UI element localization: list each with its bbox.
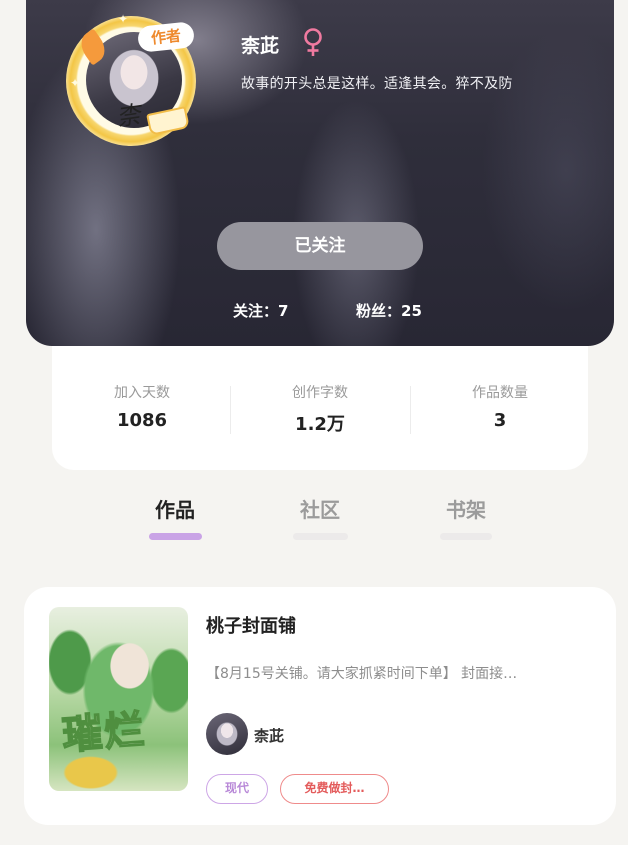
stat-works-count: 作品数量 3	[410, 382, 590, 431]
followed-button[interactable]: 已关注	[217, 222, 423, 270]
cover-title-art: 璀烂	[60, 705, 149, 759]
followers-label: 粉丝：	[356, 302, 402, 320]
followers-stat[interactable]: 粉丝：25	[356, 300, 422, 321]
stat-label: 作品数量	[472, 385, 528, 401]
tag-modern[interactable]: 现代	[206, 774, 268, 804]
work-author-name[interactable]: 柰茈	[254, 725, 284, 746]
stat-word-count: 创作字数 1.2万	[230, 382, 410, 436]
following-label: 关注：	[233, 302, 279, 320]
sparkle-icon: ✦	[118, 12, 129, 26]
tab-indicator	[293, 533, 348, 540]
female-gender-icon	[304, 28, 322, 56]
stat-value: 1086	[116, 410, 168, 431]
scrollbar-track	[628, 0, 640, 845]
stat-label: 加入天数	[114, 385, 170, 401]
tab-indicator	[440, 533, 492, 540]
tab-active-indicator	[149, 533, 202, 540]
user-name: 柰茈	[241, 35, 280, 57]
work-author-avatar[interactable]	[206, 713, 248, 755]
stat-value: 3	[493, 410, 507, 431]
stat-join-days: 加入天数 1086	[52, 382, 232, 431]
stat-label: 创作字数	[292, 385, 348, 401]
tag-free-cover[interactable]: 免费做封…	[280, 774, 389, 804]
stat-value: 1.2万	[295, 414, 345, 435]
followers-count: 25	[401, 302, 422, 320]
stats-card: 加入天数 1086 创作字数 1.2万 作品数量 3	[52, 346, 588, 470]
following-count: 7	[278, 302, 289, 320]
following-stat[interactable]: 关注：7	[233, 300, 288, 321]
tab-community[interactable]: 社区	[275, 494, 365, 523]
user-bio: 故事的开头总是这样。适逢其会。猝不及防	[241, 76, 513, 92]
avatar-signature: 柰	[114, 100, 143, 132]
work-title[interactable]: 桃子封面铺	[206, 612, 296, 638]
tab-bookshelf[interactable]: 书架	[421, 494, 511, 523]
tab-works[interactable]: 作品	[130, 494, 220, 523]
work-description: 【8月15号关铺。请大家抓紧时间下单】 封面接…	[206, 666, 518, 682]
sparkle-icon: ✦	[70, 76, 81, 90]
